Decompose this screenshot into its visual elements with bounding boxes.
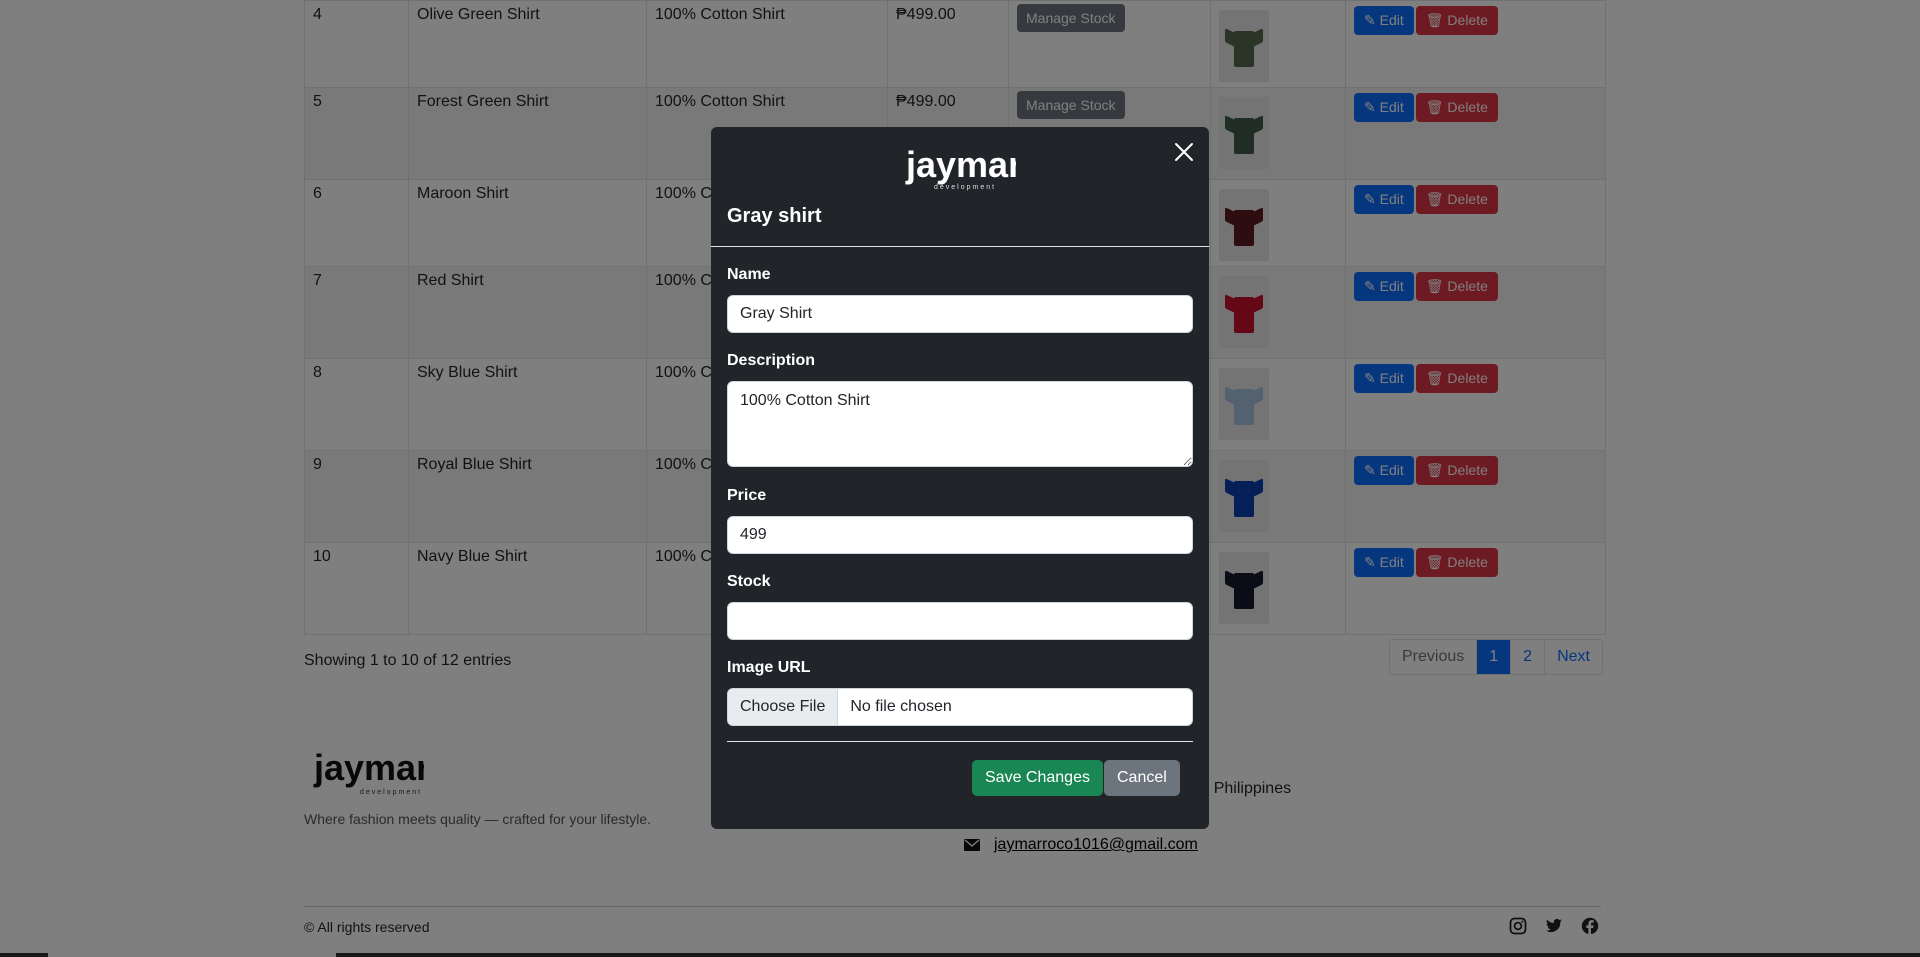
name-input[interactable] [727, 295, 1193, 333]
name-label: Name [727, 266, 771, 283]
description-label: Description [727, 352, 816, 369]
stock-label: Stock [727, 573, 771, 590]
stock-input[interactable] [727, 602, 1193, 640]
modal-footer-divider [727, 741, 1193, 742]
image-url-label: Image URL [727, 659, 811, 676]
choose-file-button[interactable]: Choose File [728, 689, 839, 725]
modal-title: Gray shirt [727, 205, 822, 227]
close-icon[interactable] [1173, 141, 1195, 163]
save-changes-button[interactable]: Save Changes [972, 760, 1103, 796]
price-label: Price [727, 487, 767, 504]
image-file-input[interactable]: Choose File No file chosen [727, 688, 1193, 726]
price-input[interactable] [727, 516, 1193, 554]
modal-header: jaymar development Gray shirt [711, 127, 1209, 247]
modal-logo-text: jaymar [905, 145, 1016, 185]
cancel-button[interactable]: Cancel [1104, 760, 1180, 796]
description-textarea[interactable]: 100% Cotton Shirt [727, 381, 1193, 467]
modal-logo-sub: development [934, 184, 996, 191]
edit-product-modal: jaymar development Gray shirt Name Descr… [711, 127, 1209, 829]
file-status: No file chosen [850, 698, 952, 715]
modal-logo: jaymar development [904, 144, 1022, 198]
